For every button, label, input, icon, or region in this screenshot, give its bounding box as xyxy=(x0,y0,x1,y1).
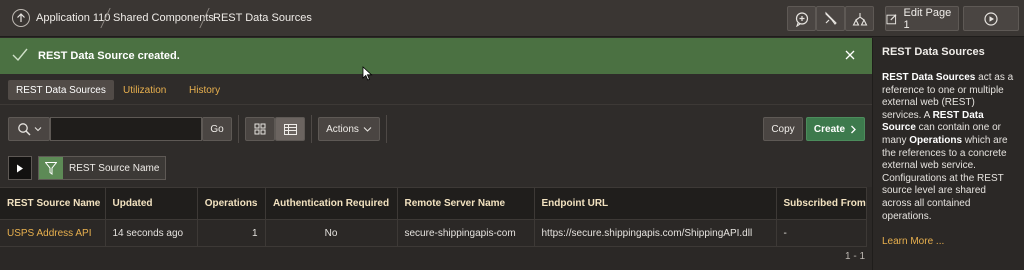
grid-view-icon xyxy=(254,123,266,135)
filter-chip[interactable]: REST Source Name xyxy=(38,156,167,180)
chevron-down-icon xyxy=(363,127,372,132)
alert-message: REST Data Source created. xyxy=(38,50,180,62)
actions-menu-button[interactable]: Actions xyxy=(318,117,380,141)
team-development-icon xyxy=(852,12,867,26)
filter-icon xyxy=(39,157,63,179)
breadcrumb-current-page: REST Data Sources xyxy=(213,12,312,24)
help-panel: REST Data Sources REST Data Sources act … xyxy=(872,38,1024,270)
edit-utilities-icon xyxy=(824,11,837,25)
edit-page-label: Edit Page 1 xyxy=(903,6,952,31)
create-rest-source-button[interactable]: Create xyxy=(806,117,865,141)
cell-operations: 1 xyxy=(197,219,266,247)
toolbar-divider xyxy=(238,115,239,143)
team-development-button[interactable] xyxy=(845,6,874,31)
top-bar: Application 110 Shared Components REST D… xyxy=(0,0,1024,37)
help-text: REST Data Sources act as a reference to … xyxy=(882,72,1015,223)
copy-button[interactable]: Copy xyxy=(763,117,803,141)
chevron-right-icon xyxy=(851,125,856,133)
close-icon[interactable] xyxy=(844,49,856,61)
toolbar-divider xyxy=(311,115,312,143)
column-header-authentication-required[interactable]: Authentication Required xyxy=(265,187,398,220)
breadcrumb-shared-components[interactable]: Shared Components xyxy=(113,12,214,24)
pagination-text: 1 - 1 xyxy=(845,251,866,262)
success-alert: REST Data Source created. xyxy=(0,38,872,74)
create-button[interactable] xyxy=(787,6,816,31)
learn-more-link[interactable]: Learn More ... xyxy=(882,236,1015,247)
cell-rest-source-name-link[interactable]: USPS Address API xyxy=(0,219,106,247)
filter-row: REST Source Name xyxy=(0,150,872,187)
up-arrow-icon[interactable] xyxy=(12,9,30,27)
edit-page-button[interactable]: Edit Page 1 xyxy=(885,6,959,31)
rest-sources-table: REST Source Name Updated Operations Auth… xyxy=(0,187,867,247)
help-text-part: which are the references to a concrete e… xyxy=(882,134,1008,222)
report-toolbar: Go Actions Copy Create xyxy=(0,104,872,150)
column-header-updated[interactable]: Updated xyxy=(105,187,198,220)
toolbar-divider xyxy=(386,115,387,143)
column-header-subscribed-from[interactable]: Subscribed From xyxy=(776,187,867,220)
search-column-select[interactable] xyxy=(8,117,50,141)
help-title: REST Data Sources xyxy=(882,46,985,58)
expand-filters-button[interactable] xyxy=(8,156,32,180)
check-icon xyxy=(12,48,28,62)
go-button[interactable]: Go xyxy=(202,117,232,141)
column-header-operations[interactable]: Operations xyxy=(197,187,266,220)
help-bold-operations: Operations xyxy=(909,134,963,146)
cell-updated: 14 seconds ago xyxy=(105,219,198,247)
tab-bar: REST Data Sources Utilization History xyxy=(0,74,872,104)
create-label: Create xyxy=(813,123,846,135)
actions-label: Actions xyxy=(326,123,359,135)
help-bold-rest-data-sources: REST Data Sources xyxy=(882,72,976,83)
create-icon xyxy=(795,11,808,27)
column-header-remote-server-name[interactable]: Remote Server Name xyxy=(397,187,535,220)
run-page-icon xyxy=(984,11,998,26)
cell-endpoint-url: https://secure.shippingapis.com/Shipping… xyxy=(534,219,777,247)
search-icon xyxy=(17,123,31,136)
tab-history[interactable]: History xyxy=(181,80,228,100)
table-header-row: REST Source Name Updated Operations Auth… xyxy=(0,187,867,220)
table-row: USPS Address API 14 seconds ago 1 No sec… xyxy=(0,219,867,247)
cell-authentication-required: No xyxy=(265,219,398,247)
edit-utilities-button[interactable] xyxy=(816,6,845,31)
view-icons-button[interactable] xyxy=(245,117,275,141)
breadcrumb-application[interactable]: Application 110 xyxy=(36,12,110,24)
table-view-icon xyxy=(283,123,297,135)
filter-label: REST Source Name xyxy=(69,162,160,174)
column-header-endpoint-url[interactable]: Endpoint URL xyxy=(534,187,777,220)
cell-remote-server-name: secure-shippingapis-com xyxy=(397,219,535,247)
play-icon xyxy=(17,164,23,172)
run-page-button[interactable] xyxy=(963,6,1019,31)
cell-subscribed-from: - xyxy=(776,219,867,247)
chevron-down-icon xyxy=(34,127,41,132)
edit-page-icon xyxy=(886,13,897,24)
column-header-rest-source-name[interactable]: REST Source Name xyxy=(0,187,106,220)
tab-utilization[interactable]: Utilization xyxy=(115,80,174,100)
search-input[interactable] xyxy=(50,117,202,141)
mouse-cursor-icon xyxy=(362,66,373,81)
view-report-button[interactable] xyxy=(275,117,305,141)
tab-rest-data-sources[interactable]: REST Data Sources xyxy=(8,80,114,100)
